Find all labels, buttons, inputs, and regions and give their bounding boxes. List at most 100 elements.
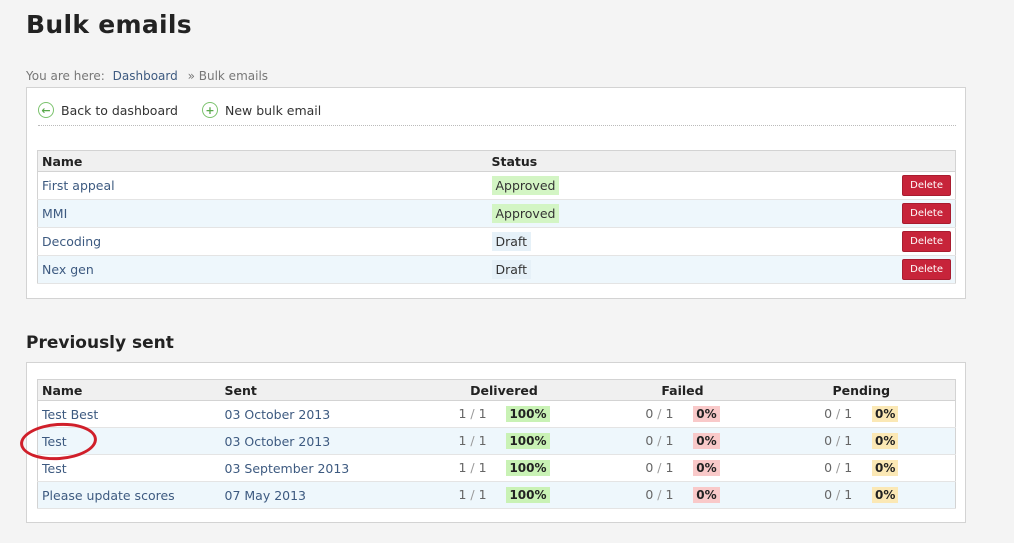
pending-total: 1 <box>844 487 853 502</box>
table-row: Test 03 October 2013 1/1 100% 0/1 0% 0/1… <box>37 427 956 455</box>
pending-cell: 0/1 0% <box>767 454 956 482</box>
breadcrumb-current: Bulk emails <box>198 69 269 83</box>
delivered-count: 1 <box>458 487 467 502</box>
failed-count: 0 <box>645 487 654 502</box>
back-to-dashboard-label: Back to dashboard <box>61 102 178 118</box>
pending-percent: 0% <box>872 406 899 422</box>
pending-count: 0 <box>824 460 833 475</box>
table-row: MMI Approved Delete <box>37 199 956 228</box>
actions-cell: Delete <box>787 171 956 200</box>
status-badge: Approved <box>491 176 560 195</box>
column-header-name: Name <box>37 150 488 172</box>
pending-percent: 0% <box>872 433 899 449</box>
draft-name-link[interactable]: Nex gen <box>37 255 488 284</box>
table-row: First appeal Approved Delete <box>37 171 956 200</box>
delete-button[interactable]: Delete <box>902 175 951 196</box>
draft-name-link[interactable]: Decoding <box>37 227 488 256</box>
page-title: Bulk emails <box>26 10 192 39</box>
table-row: Please update scores 07 May 2013 1/1 100… <box>37 481 956 509</box>
failed-cell: 0/1 0% <box>597 481 768 509</box>
bulk-email-drafts-panel: ← Back to dashboard + New bulk email Nam… <box>26 87 966 299</box>
failed-percent: 0% <box>693 433 720 449</box>
pending-cell: 0/1 0% <box>767 400 956 428</box>
previously-sent-panel: Name Sent Delivered Failed Pending Test … <box>26 362 966 523</box>
delivered-cell: 1/1 100% <box>410 427 598 455</box>
breadcrumb-separator: » <box>187 69 195 83</box>
sent-table-header: Name Sent Delivered Failed Pending <box>37 379 956 401</box>
actions-cell: Delete <box>787 227 956 256</box>
drafts-table-header: Name Status <box>37 150 956 172</box>
plus-circle-icon: + <box>202 102 218 118</box>
table-row: Test 03 September 2013 1/1 100% 0/1 0% 0… <box>37 454 956 482</box>
delivered-count: 1 <box>458 433 467 448</box>
column-header-status: Status <box>487 150 788 172</box>
new-bulk-email-button[interactable]: + New bulk email <box>202 102 321 118</box>
delivered-percent: 100% <box>506 460 550 476</box>
delivered-total: 1 <box>478 406 487 421</box>
table-row: Decoding Draft Delete <box>37 227 956 256</box>
sent-date: 03 October 2013 <box>220 400 411 428</box>
failed-total: 1 <box>665 433 674 448</box>
pending-percent: 0% <box>872 487 899 503</box>
failed-cell: 0/1 0% <box>597 400 768 428</box>
failed-total: 1 <box>665 406 674 421</box>
pending-cell: 0/1 0% <box>767 427 956 455</box>
sent-name-link[interactable]: Test <box>37 427 221 455</box>
status-badge: Draft <box>491 260 532 279</box>
pending-cell: 0/1 0% <box>767 481 956 509</box>
column-header-sent: Sent <box>220 379 411 401</box>
delivered-total: 1 <box>478 487 487 502</box>
status-badge: Draft <box>491 232 532 251</box>
column-header-pending: Pending <box>767 379 956 401</box>
failed-count: 0 <box>645 406 654 421</box>
failed-count: 0 <box>645 460 654 475</box>
toolbar: ← Back to dashboard + New bulk email <box>38 102 956 126</box>
draft-name-link[interactable]: First appeal <box>37 171 488 200</box>
sent-name-link[interactable]: Please update scores <box>37 481 221 509</box>
delivered-cell: 1/1 100% <box>410 400 598 428</box>
delivered-percent: 100% <box>506 433 550 449</box>
failed-cell: 0/1 0% <box>597 427 768 455</box>
table-row: Test Best 03 October 2013 1/1 100% 0/1 0… <box>37 400 956 428</box>
pending-total: 1 <box>844 406 853 421</box>
column-header-delivered: Delivered <box>410 379 598 401</box>
delivered-count: 1 <box>458 460 467 475</box>
failed-count: 0 <box>645 433 654 448</box>
status-cell: Draft <box>487 227 788 256</box>
delivered-percent: 100% <box>506 487 550 503</box>
pending-count: 0 <box>824 406 833 421</box>
new-bulk-email-label: New bulk email <box>225 102 322 118</box>
sent-name-link[interactable]: Test Best <box>37 400 221 428</box>
arrow-left-circle-icon: ← <box>38 102 54 118</box>
table-row: Nex gen Draft Delete <box>37 255 956 284</box>
previously-sent-title: Previously sent <box>26 333 174 353</box>
delete-button[interactable]: Delete <box>902 259 951 280</box>
sent-date: 07 May 2013 <box>220 481 411 509</box>
actions-cell: Delete <box>787 199 956 228</box>
pending-count: 0 <box>824 433 833 448</box>
pending-total: 1 <box>844 433 853 448</box>
status-cell: Draft <box>487 255 788 284</box>
breadcrumb-dashboard-link[interactable]: Dashboard <box>113 69 178 83</box>
drafts-table: Name Status First appeal Approved Delete… <box>37 150 956 284</box>
failed-percent: 0% <box>693 460 720 476</box>
pending-count: 0 <box>824 487 833 502</box>
breadcrumb-prefix: You are here: <box>26 69 105 83</box>
sent-name-link[interactable]: Test <box>37 454 221 482</box>
status-cell: Approved <box>487 199 788 228</box>
sent-date: 03 October 2013 <box>220 427 411 455</box>
failed-percent: 0% <box>693 487 720 503</box>
sent-table: Name Sent Delivered Failed Pending Test … <box>37 379 956 509</box>
failed-cell: 0/1 0% <box>597 454 768 482</box>
pending-total: 1 <box>844 460 853 475</box>
column-header-name: Name <box>37 379 221 401</box>
delivered-cell: 1/1 100% <box>410 481 598 509</box>
breadcrumb: You are here: Dashboard » Bulk emails <box>26 69 268 83</box>
delivered-cell: 1/1 100% <box>410 454 598 482</box>
delete-button[interactable]: Delete <box>902 203 951 224</box>
failed-percent: 0% <box>693 406 720 422</box>
failed-total: 1 <box>665 487 674 502</box>
back-to-dashboard-button[interactable]: ← Back to dashboard <box>38 102 178 118</box>
delete-button[interactable]: Delete <box>902 231 951 252</box>
draft-name-link[interactable]: MMI <box>37 199 488 228</box>
